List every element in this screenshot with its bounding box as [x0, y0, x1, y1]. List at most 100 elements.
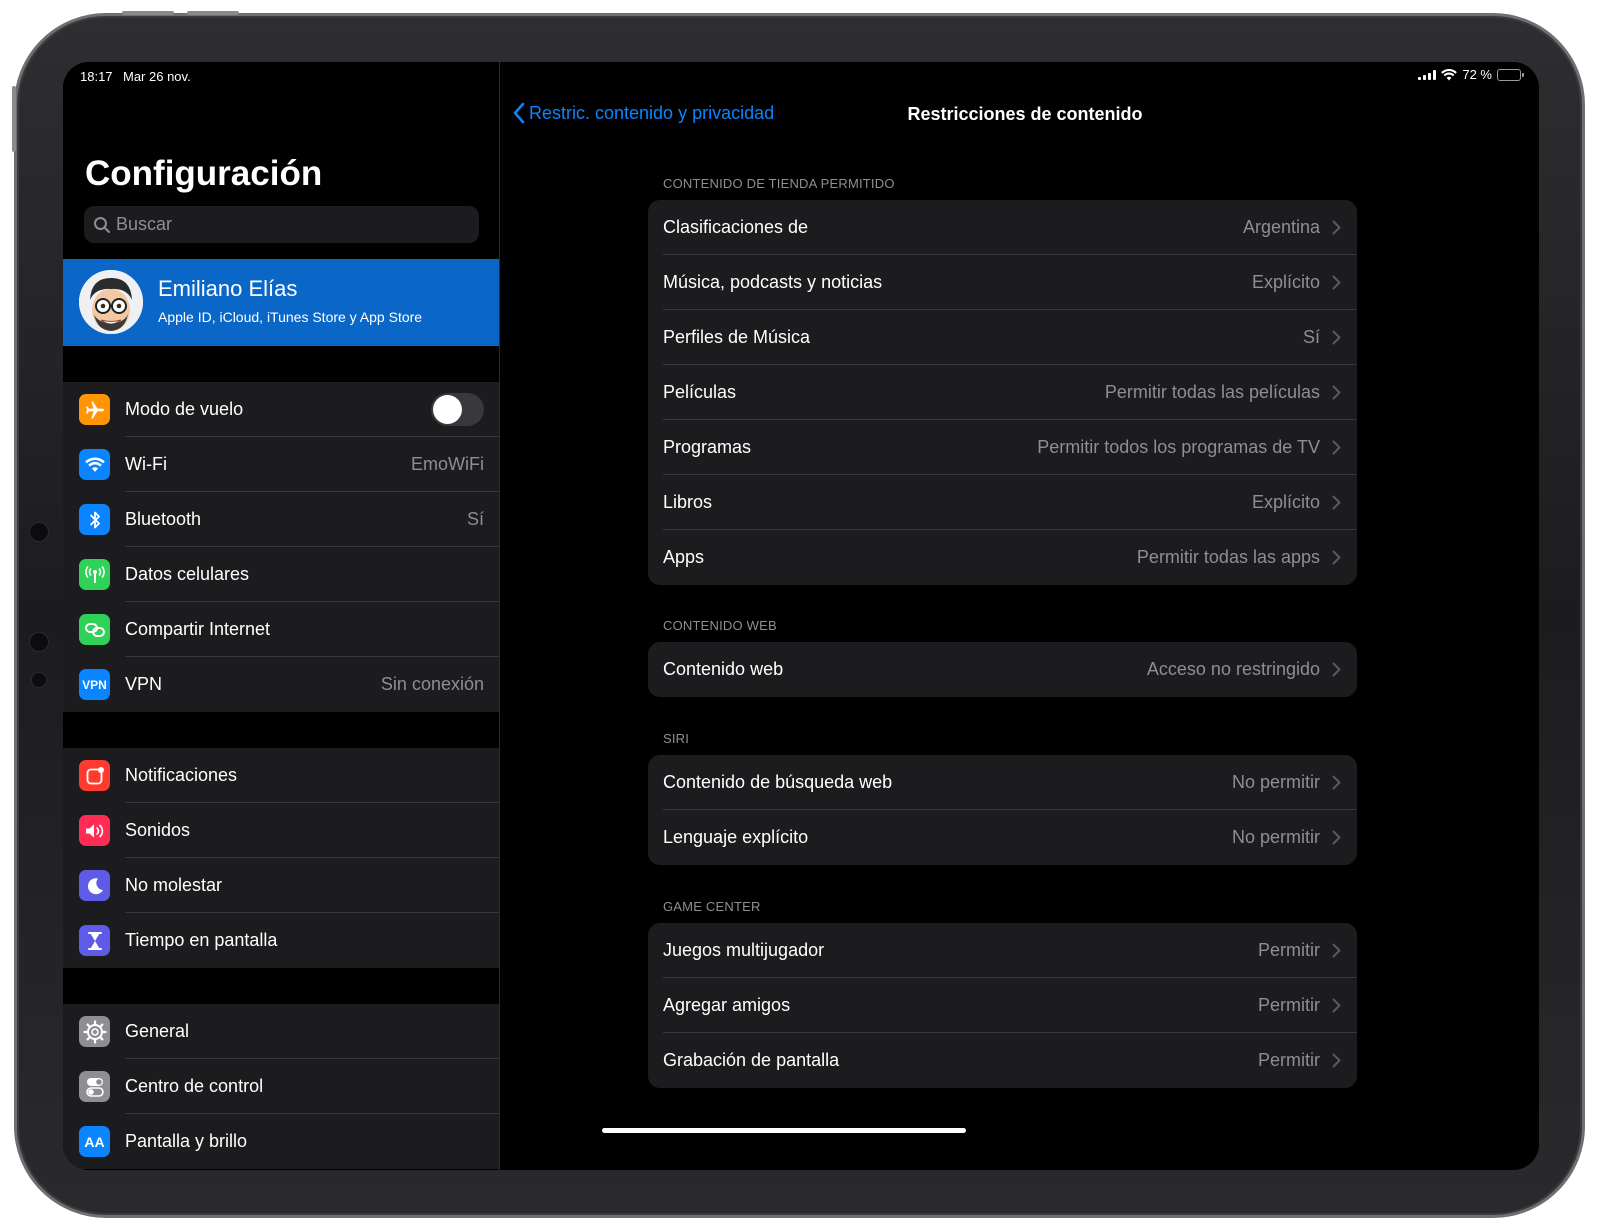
power-button: [12, 86, 16, 152]
row-agregar-amigos[interactable]: Agregar amigos Permitir: [648, 978, 1357, 1033]
search-icon: [94, 216, 110, 233]
search-input[interactable]: [116, 214, 456, 235]
search-bar[interactable]: [84, 206, 479, 243]
status-date: Mar 26 nov.: [123, 69, 191, 84]
camera-icon: [31, 672, 47, 688]
row-contenido-web[interactable]: Contenido web Acceso no restringido: [648, 642, 1357, 697]
page-title: Restricciones de contenido: [907, 104, 1143, 124]
sidebar-item-label: Notificaciones: [125, 765, 238, 785]
airplane-mode-toggle[interactable]: [431, 393, 484, 426]
sidebar-item-sonidos[interactable]: Sonidos: [63, 803, 499, 858]
section-card-siri: Contenido de búsqueda web No permitir Leng…: [648, 755, 1357, 865]
row-apps[interactable]: Apps Permitir todas las apps: [648, 530, 1357, 585]
row-value: No permitir: [1231, 772, 1320, 792]
sidebar-item-tiempo-en-pantalla[interactable]: Tiempo en pantalla: [63, 913, 499, 968]
sidebar-item-label: Bluetooth: [125, 509, 202, 529]
row-value: Permitir todas las películas: [1104, 382, 1320, 402]
row-label: Música, podcasts y noticias: [663, 272, 883, 292]
chevron-right-icon: [1332, 330, 1341, 345]
section-header-game-center: GAME CENTER: [663, 899, 761, 914]
chevron-right-icon: [1332, 1053, 1341, 1068]
chevron-right-icon: [1332, 385, 1341, 400]
row-programas[interactable]: Programas Permitir todos los programas de…: [648, 420, 1357, 475]
sidebar-item-pantalla-y-brillo[interactable]: AA Pantalla y brillo: [63, 1114, 499, 1169]
chevron-right-icon: [1332, 440, 1341, 455]
row-label: Agregar amigos: [663, 995, 791, 1015]
row-label: Grabación de pantalla: [663, 1050, 840, 1070]
link-icon: [79, 614, 110, 645]
camera-icon: [29, 632, 49, 652]
sidebar-item-general[interactable]: General: [63, 1004, 499, 1059]
sidebar-item-modo-de-vuelo[interactable]: Modo de vuelo: [63, 382, 499, 437]
apple-id-profile[interactable]: Emiliano Elías Apple ID, iCloud, iTunes …: [63, 259, 499, 346]
row-label: Programas: [663, 437, 752, 457]
sidebar-item-label: Compartir Internet: [125, 619, 271, 639]
sidebar-item-label: No molestar: [125, 875, 223, 895]
row-value: Argentina: [1242, 217, 1320, 237]
battery-icon: [1497, 68, 1524, 81]
sidebar-item-notificaciones[interactable]: Notificaciones: [63, 748, 499, 803]
volume-button: [187, 11, 239, 15]
row-grabacion-de-pantalla[interactable]: Grabación de pantalla Permitir: [648, 1033, 1357, 1088]
chevron-right-icon: [1332, 775, 1341, 790]
row-perfiles-de-musica[interactable]: Perfiles de Música Sí: [648, 310, 1357, 365]
row-value: Acceso no restringido: [1146, 659, 1320, 679]
chevron-right-icon: [1332, 275, 1341, 290]
sidebar-item-vpn[interactable]: VPN VPN Sin conexión: [63, 657, 499, 712]
section-card-contenido-web: Contenido web Acceso no restringido: [648, 642, 1357, 697]
section-header-siri: SIRI: [663, 731, 690, 746]
connectivity-group: Modo de vuelo Wi-Fi EmoWiFi Bluetooth Sí Dato…: [63, 382, 499, 712]
moon-icon: [79, 870, 110, 901]
row-label: Lenguaje explícito: [663, 827, 809, 847]
row-clasificaciones-de[interactable]: Clasificaciones de Argentina: [648, 200, 1357, 255]
chevron-right-icon: [1332, 662, 1341, 677]
hourglass-icon: [79, 925, 110, 956]
sidebar-item-no-molestar[interactable]: No molestar: [63, 858, 499, 913]
sidebar-item-value: Sí: [466, 509, 484, 529]
row-label: Juegos multijugador: [663, 940, 825, 960]
avatar: [79, 270, 143, 334]
sidebar-item-label: Wi-Fi: [125, 454, 167, 474]
screen: 18:17 Mar 26 nov. 72 % Configuración Bus…: [63, 62, 1539, 1170]
sidebar-item-compartir-internet[interactable]: Compartir Internet: [63, 602, 499, 657]
sidebar-item-label: General: [125, 1021, 190, 1041]
home-indicator[interactable]: [602, 1128, 966, 1133]
row-contenido-de-busqueda-web[interactable]: Contenido de búsqueda web No permitir: [648, 755, 1357, 810]
wifi-icon: [79, 449, 110, 480]
speaker-icon: [79, 815, 110, 846]
row-label: Apps: [663, 547, 705, 567]
row-value: Sí: [1302, 327, 1320, 347]
volume-button: [122, 11, 174, 15]
antenna-icon: [79, 559, 110, 590]
profile-subtitle: Apple ID, iCloud, iTunes Store y App Sto…: [158, 309, 423, 325]
profile-name: Emiliano Elías: [158, 276, 298, 301]
section-card-contenido-de-tienda-permitido: Clasificaciones de Argentina Música, podca…: [648, 200, 1357, 585]
row-value: No permitir: [1231, 827, 1320, 847]
section-header-contenido-de-tienda-permitido: CONTENIDO DE TIENDA PERMITIDO: [663, 176, 895, 191]
row-label: Contenido de búsqueda web: [663, 772, 893, 792]
bluetooth-icon: [79, 504, 110, 535]
row-lenguaje-explicito[interactable]: Lenguaje explícito No permitir: [648, 810, 1357, 865]
row-libros[interactable]: Libros Explícito: [648, 475, 1357, 530]
sidebar-item-bluetooth[interactable]: Bluetooth Sí: [63, 492, 499, 547]
section-card-game-center: Juegos multijugador Permitir Agregar amigo…: [648, 923, 1357, 1088]
sidebar-item-centro-de-control[interactable]: Centro de control: [63, 1059, 499, 1114]
sidebar-item-label: VPN: [125, 674, 163, 694]
row-value: Explícito: [1251, 272, 1320, 292]
row-label: Libros: [663, 492, 713, 512]
row-value: Permitir: [1258, 1050, 1320, 1070]
sidebar-item-label: Modo de vuelo: [125, 399, 244, 419]
notifications-group: Notificaciones Sonidos No molestar Tiempo e…: [63, 748, 499, 968]
sidebar-item-datos-celulares[interactable]: Datos celulares: [63, 547, 499, 602]
chevron-right-icon: [1332, 830, 1341, 845]
display-icon: AA: [79, 1126, 110, 1157]
sidebar-item-wi-fi[interactable]: Wi-Fi EmoWiFi: [63, 437, 499, 492]
switches-icon: [79, 1071, 110, 1102]
sidebar-item-label: Sonidos: [125, 820, 191, 840]
row-value: Permitir todas las apps: [1136, 547, 1320, 567]
row-peliculas[interactable]: Películas Permitir todas las películas: [648, 365, 1357, 420]
row-juegos-multijugador[interactable]: Juegos multijugador Permitir: [648, 923, 1357, 978]
row-musica-podcasts-y-noticias[interactable]: Música, podcasts y noticias Explícito: [648, 255, 1357, 310]
vpn-icon: VPN: [79, 669, 110, 700]
airplane-icon: [79, 394, 110, 425]
